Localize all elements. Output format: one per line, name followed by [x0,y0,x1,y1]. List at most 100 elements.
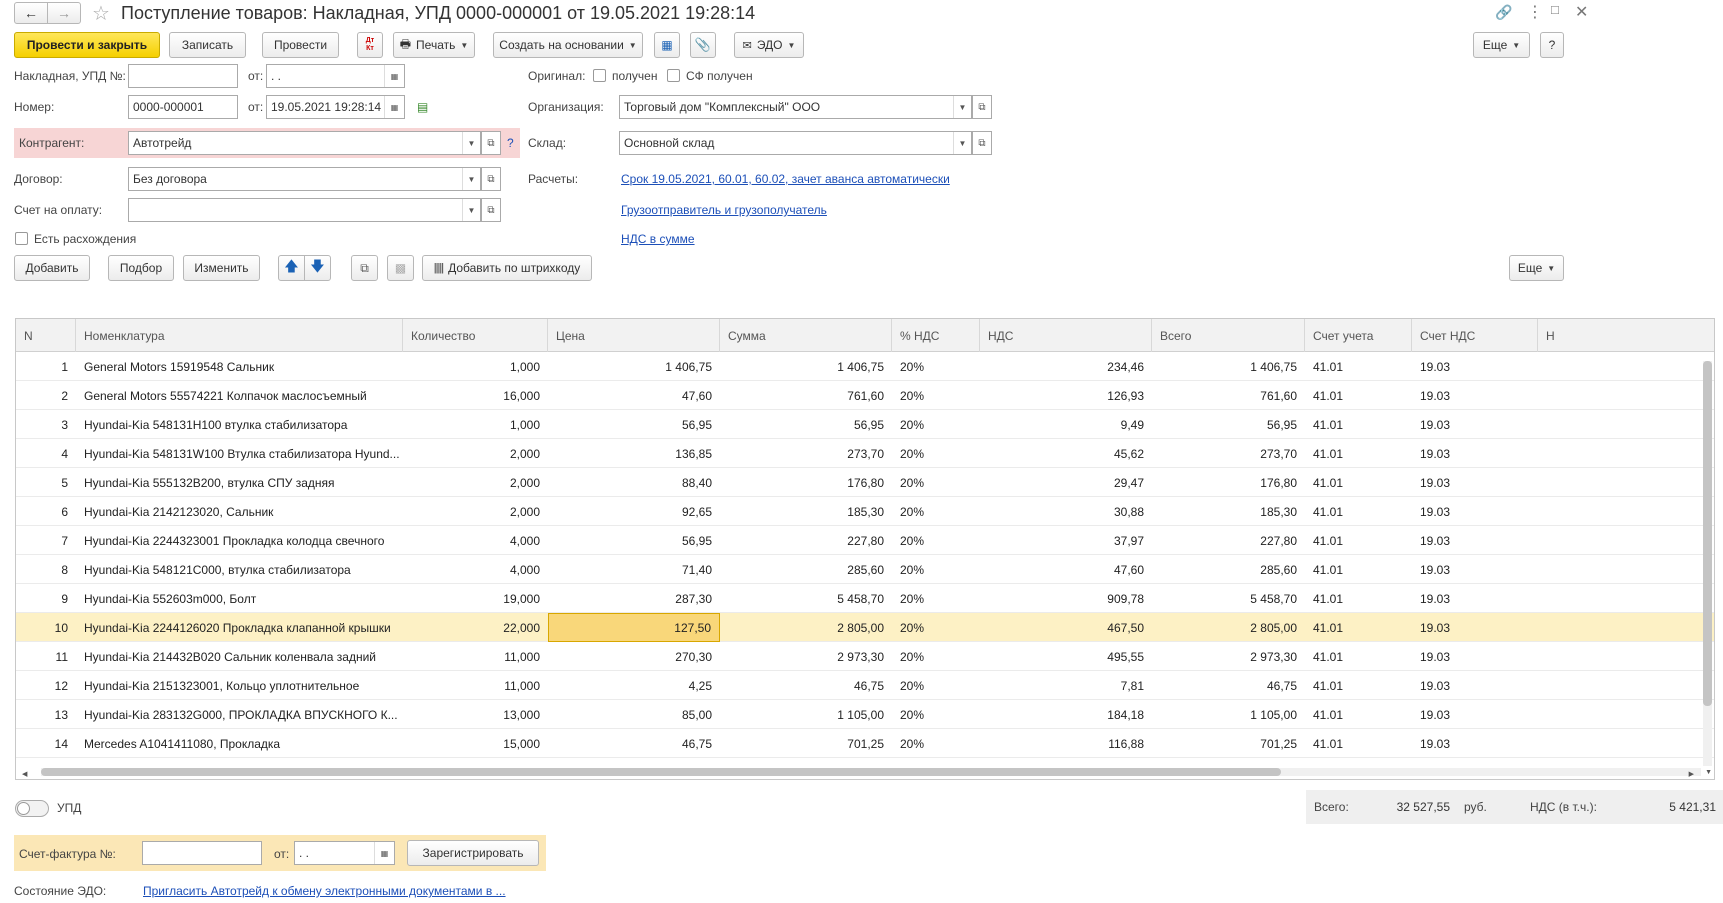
add-by-barcode-button[interactable]: ||||| Добавить по штрихкоду [422,255,592,281]
cell-account[interactable]: 41.01 [1305,700,1412,729]
contract-field[interactable]: Без договора ▼ [128,167,481,191]
cell-vat-account[interactable]: 19.03 [1412,410,1538,439]
cell-n[interactable]: 11 [16,642,76,671]
column-header-total[interactable]: Всего [1152,319,1305,352]
cell-vat-account[interactable]: 19.03 [1412,555,1538,584]
cell-vat-account[interactable]: 19.03 [1412,468,1538,497]
chevron-down-icon[interactable]: ▼ [953,132,971,154]
cell-price[interactable]: 287,30 [548,584,720,613]
dtkt-button[interactable]: Дт Кт [357,32,383,58]
cell-vat-rate[interactable]: 20% [892,410,980,439]
organization-open-button[interactable]: ⧉ [972,95,992,119]
table-row[interactable]: 12 Hyundai-Kia 2151323001, Кольцо уплотни… [16,671,1714,700]
cell-nomenclature[interactable]: Hyundai-Kia 548131H100 втулка стабилизат… [76,410,403,439]
cell-account[interactable]: 41.01 [1305,671,1412,700]
cell-total[interactable]: 273,70 [1152,439,1305,468]
column-header-quantity[interactable]: Количество [403,319,548,352]
cell-vat-rate[interactable]: 20% [892,352,980,381]
cell-nomenclature[interactable]: Hyundai-Kia 214432B020 Сальник коленвала… [76,642,403,671]
cell-quantity[interactable]: 1,000 [403,410,548,439]
warehouse-field[interactable]: Основной склад ▼ [619,131,972,155]
move-up-button[interactable]: 🡅 [278,255,305,281]
calendar-icon[interactable]: ▦ [384,65,404,87]
link-icon[interactable]: 🔗 [1495,4,1512,21]
cell-vat-rate[interactable]: 20% [892,497,980,526]
save-button[interactable]: Записать [169,32,246,58]
cell-vat-rate[interactable]: 20% [892,526,980,555]
cell-vat[interactable]: 47,60 [980,555,1152,584]
cell-total[interactable]: 701,25 [1152,729,1305,758]
cell-n[interactable]: 7 [16,526,76,555]
cell-nomenclature[interactable]: Hyundai-Kia 2244323001 Прокладка колодца… [76,526,403,555]
cell-price[interactable]: 270,30 [548,642,720,671]
cell-n[interactable]: 4 [16,439,76,468]
cell-vat-rate[interactable]: 20% [892,439,980,468]
invoice-number-field[interactable] [128,64,238,88]
calendar-icon[interactable]: ▦ [384,96,404,118]
sf-received-checkbox[interactable] [667,69,680,82]
column-header-sum[interactable]: Сумма [720,319,892,352]
cell-sum[interactable]: 5 458,70 [720,584,892,613]
cell-price[interactable]: 47,60 [548,381,720,410]
payment-invoice-field[interactable]: ▼ [128,198,481,222]
table-row[interactable]: 8 Hyundai-Kia 548121C000, втулка стабилиз… [16,555,1714,584]
cell-vat-account[interactable]: 19.03 [1412,381,1538,410]
cell-nomenclature[interactable]: General Motors 55574221 Колпачок маслосъ… [76,381,403,410]
cell-vat[interactable]: 7,81 [980,671,1152,700]
cell-quantity[interactable]: 4,000 [403,555,548,584]
favorite-star-icon[interactable]: ☆ [92,1,110,26]
cell-total[interactable]: 2 973,30 [1152,642,1305,671]
cell-quantity[interactable]: 1,000 [403,352,548,381]
column-header-n[interactable]: N [16,319,76,352]
number-field[interactable]: 0000-000001 [128,95,238,119]
table-row[interactable]: 10 Hyundai-Kia 2244126020 Прокладка клапа… [16,613,1714,642]
cell-price[interactable]: 1 406,75 [548,352,720,381]
column-header-price[interactable]: Цена [548,319,720,352]
cell-account[interactable]: 41.01 [1305,410,1412,439]
cell-n[interactable]: 6 [16,497,76,526]
settlements-link[interactable]: Срок 19.05.2021, 60.01, 60.02, зачет ава… [621,172,950,186]
post-button[interactable]: Провести [262,32,339,58]
cell-sum[interactable]: 761,60 [720,381,892,410]
cell-vat[interactable]: 9,49 [980,410,1152,439]
column-header-nomenclature[interactable]: Номенклатура [76,319,403,352]
change-button[interactable]: Изменить [183,255,260,281]
post-and-close-button[interactable]: Провести и закрыть [14,32,160,58]
cell-price[interactable]: 71,40 [548,555,720,584]
cell-account[interactable]: 41.01 [1305,526,1412,555]
add-button[interactable]: Добавить [14,255,90,281]
chevron-down-icon[interactable]: ▼ [462,132,480,154]
cell-quantity[interactable]: 11,000 [403,642,548,671]
cell-total[interactable]: 5 458,70 [1152,584,1305,613]
cell-vat-rate[interactable]: 20% [892,468,980,497]
cell-price[interactable]: 85,00 [548,700,720,729]
cell-sum[interactable]: 273,70 [720,439,892,468]
cell-account[interactable]: 41.01 [1305,352,1412,381]
counterparty-field[interactable]: Автотрейд ▼ [128,131,481,155]
table-row[interactable]: 2 General Motors 55574221 Колпачок маслос… [16,381,1714,410]
vat-in-sum-link[interactable]: НДС в сумме [621,232,695,246]
cell-account[interactable]: 41.01 [1305,613,1412,642]
cell-price[interactable]: 4,25 [548,671,720,700]
column-header-account[interactable]: Счет учета [1305,319,1412,352]
more-button[interactable]: Еще ▼ [1473,32,1530,58]
cell-vat[interactable]: 116,88 [980,729,1152,758]
table-row[interactable]: 14 Mercedes A1041411080, Прокладка 15,000 4… [16,729,1714,758]
cell-nomenclature[interactable]: Hyundai-Kia 2142123020, Сальник [76,497,403,526]
help-button[interactable]: ? [1540,32,1564,58]
cell-n[interactable]: 8 [16,555,76,584]
cell-vat-account[interactable]: 19.03 [1412,671,1538,700]
cell-account[interactable]: 41.01 [1305,497,1412,526]
cell-account[interactable]: 41.01 [1305,584,1412,613]
chevron-down-icon[interactable]: ▼ [462,168,480,190]
shipper-consignee-link[interactable]: Грузоотправитель и грузополучатель [621,203,827,217]
cell-quantity[interactable]: 13,000 [403,700,548,729]
table-row[interactable]: 13 Hyundai-Kia 283132G000, ПРОКЛАДКА ВПУС… [16,700,1714,729]
cell-vat-rate[interactable]: 20% [892,729,980,758]
cell-quantity[interactable]: 19,000 [403,584,548,613]
cell-quantity[interactable]: 15,000 [403,729,548,758]
close-icon[interactable]: ✕ [1575,2,1588,22]
cell-vat-rate[interactable]: 20% [892,671,980,700]
cell-quantity[interactable]: 4,000 [403,526,548,555]
table-row[interactable]: 3 Hyundai-Kia 548131H100 втулка стабилиза… [16,410,1714,439]
